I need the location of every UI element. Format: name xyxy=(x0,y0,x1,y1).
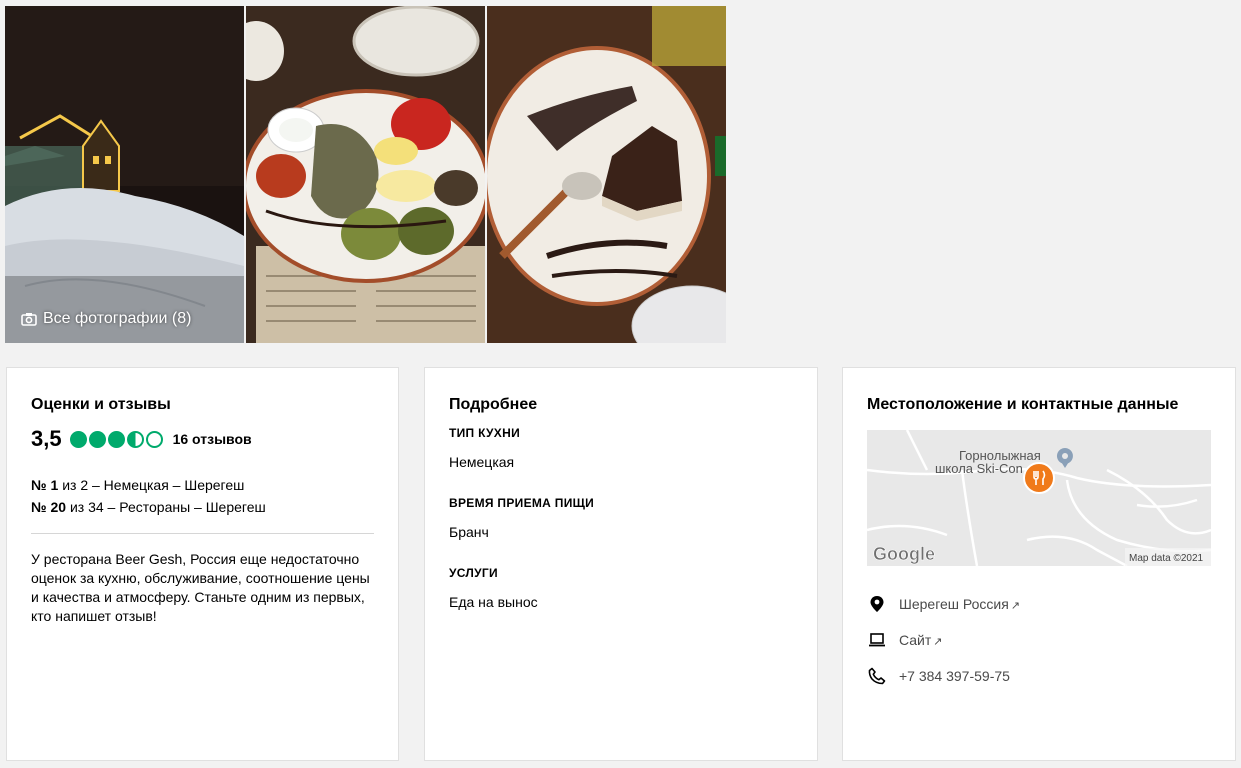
grilled-dish-image xyxy=(246,6,485,343)
photo-exterior[interactable]: Все фотографии (8) xyxy=(5,6,244,343)
website-text: Сайт xyxy=(899,632,932,648)
photo-dessert[interactable] xyxy=(487,6,726,343)
location-card: Местоположение и контактные данные Горно… xyxy=(842,367,1236,761)
exterior-night-image xyxy=(5,6,244,343)
map-data-label: Map data ©2021 xyxy=(1129,553,1204,564)
ratings-title: Оценки и отзывы xyxy=(31,396,171,413)
website-link[interactable]: Сайт ↗ xyxy=(899,632,943,648)
meals-label: ВРЕМЯ ПРИЕМА ПИЩИ xyxy=(449,496,595,510)
rank-text: из 2 – Немецкая – Шерегеш xyxy=(62,477,245,493)
rank-item[interactable]: № 1 из 2 – Немецкая – Шерегеш xyxy=(31,474,374,496)
map-image: Горнолыжная школа Ski-Con Google Map dat… xyxy=(867,430,1211,566)
rating-score: 3,5 xyxy=(31,426,62,451)
rank-number: № 1 xyxy=(31,477,59,493)
map-label-2: школа Ski-Con xyxy=(935,461,1023,476)
photo-grill-plate[interactable] xyxy=(246,6,485,343)
phone-icon xyxy=(867,666,887,686)
rating-summary: 3,5 16 отзывов xyxy=(31,426,374,452)
rating-bubble-icon xyxy=(126,430,144,448)
laptop-icon xyxy=(867,630,887,650)
all-photos-label: Все фотографии (8) xyxy=(43,310,192,327)
rank-list: № 1 из 2 – Немецкая – Шерегеш № 20 из 34… xyxy=(31,474,374,518)
address-row: Шерегеш Россия ↗ xyxy=(867,594,1211,614)
location-title: Местоположение и контактные данные xyxy=(867,396,1179,413)
location-map[interactable]: Горнолыжная школа Ski-Con Google Map dat… xyxy=(867,430,1211,566)
camera-icon xyxy=(21,313,37,326)
google-logo: Google xyxy=(873,544,935,564)
rating-bubbles xyxy=(69,430,163,448)
services-value: Еда на вынос xyxy=(449,594,538,610)
external-link-icon: ↗ xyxy=(933,636,943,648)
address-link[interactable]: Шерегеш Россия ↗ xyxy=(899,596,1020,612)
cuisine-value: Немецкая xyxy=(449,454,515,470)
photo-gallery: Все фотографии (8) xyxy=(5,6,727,343)
rating-bubble-icon xyxy=(107,430,125,448)
all-photos-button[interactable]: Все фотографии (8) xyxy=(21,310,191,328)
ratings-description: У ресторана Beer Gesh, Россия еще недост… xyxy=(31,551,370,624)
services-label: УСЛУГИ xyxy=(449,566,498,580)
details-title: Подробнее xyxy=(449,396,538,413)
external-link-icon: ↗ xyxy=(1010,600,1021,612)
meals-value: Бранч xyxy=(449,524,489,540)
restaurant-pin-icon xyxy=(1023,462,1055,494)
rating-bubble-icon xyxy=(69,430,87,448)
rank-text: из 34 – Рестораны – Шерегеш xyxy=(69,499,266,515)
dessert-image xyxy=(487,6,726,343)
phone-link[interactable]: +7 384 397-59-75 xyxy=(899,668,1010,684)
review-count-link[interactable]: 16 отзывов xyxy=(173,431,252,447)
details-card: Подробнее ТИП КУХНИ Немецкая ВРЕМЯ ПРИЕМ… xyxy=(424,367,818,761)
divider xyxy=(31,533,374,534)
rating-bubble-icon xyxy=(88,430,106,448)
rank-item[interactable]: № 20 из 34 – Рестораны – Шерегеш xyxy=(31,496,374,518)
address-text: Шерегеш Россия xyxy=(899,596,1009,612)
cuisine-label: ТИП КУХНИ xyxy=(449,426,520,440)
rating-bubble-icon xyxy=(145,430,163,448)
website-row: Сайт ↗ xyxy=(867,630,1211,650)
rank-number: № 20 xyxy=(31,499,67,515)
location-pin-icon xyxy=(867,594,887,614)
ratings-card: Оценки и отзывы 3,5 16 отзывов № 1 из 2 … xyxy=(6,367,399,761)
phone-row: +7 384 397-59-75 xyxy=(867,666,1211,686)
